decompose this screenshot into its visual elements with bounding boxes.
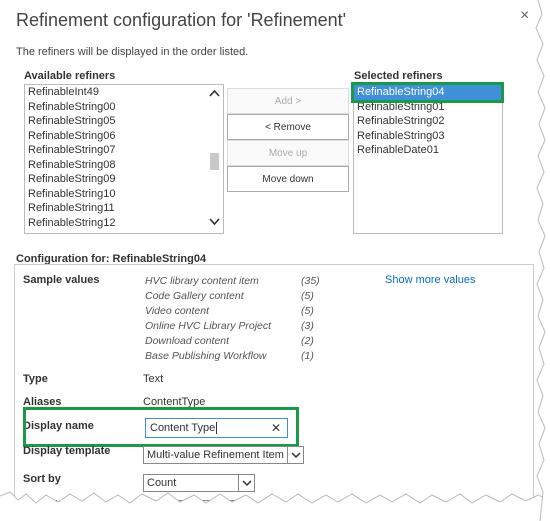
list-item[interactable]: RefinableString05 [25, 114, 223, 129]
sample-value-name: Online HVC Library Project [145, 320, 272, 332]
list-item[interactable]: RefinableString09 [25, 172, 223, 187]
refinement-dialog: × Refinement configuration for 'Refineme… [0, 0, 550, 521]
list-item[interactable]: RefinableString00 [25, 100, 223, 115]
chevron-down-icon[interactable] [209, 218, 220, 229]
sample-value-name: Video content [145, 305, 210, 317]
sample-value-count: (5) [301, 305, 314, 317]
type-value: Text [143, 373, 164, 385]
sample-value-name: Download content [145, 335, 230, 347]
dialog-title: Refinement configuration for 'Refinement… [16, 10, 347, 30]
configuration-panel: Sample values HVC library content item (… [14, 264, 534, 521]
sort-direction-select[interactable] [143, 500, 255, 518]
sample-value-name: Code Gallery content [145, 290, 244, 302]
display-template-select[interactable]: Multi-value Refinement Item [143, 446, 304, 464]
chevron-up-icon[interactable] [209, 89, 220, 100]
list-item[interactable]: RefinableString03 [354, 129, 502, 144]
sample-value-count: (3) [301, 320, 314, 332]
close-icon[interactable]: × [520, 8, 529, 24]
sort-by-select[interactable]: Count [143, 474, 255, 492]
selected-refiners-label: Selected refiners [354, 70, 443, 82]
move-down-button[interactable]: Move down [227, 166, 349, 192]
sample-values-label: Sample values [23, 274, 100, 286]
display-name-highlight [23, 407, 299, 447]
sample-value-count: (35) [301, 275, 320, 287]
dialog-subtitle: The refiners will be displayed in the or… [16, 46, 249, 58]
list-item[interactable]: RefinableString11 [25, 201, 223, 216]
display-template-value: Multi-value Refinement Item [147, 449, 284, 461]
sample-value-count: (1) [301, 350, 314, 362]
sample-value-count: (5) [301, 290, 314, 302]
dropdown-arrow-icon[interactable] [287, 447, 303, 463]
sample-value-name: HVC library content item [145, 275, 259, 287]
available-refiners-label: Available refiners [24, 70, 116, 82]
list-item[interactable]: RefinableString12 [25, 216, 223, 231]
display-template-label: Display template [23, 445, 111, 457]
list-item[interactable]: RefinableInt49 [25, 85, 223, 100]
dropdown-arrow-icon[interactable] [238, 501, 254, 517]
type-label: Type [23, 373, 48, 385]
selected-refiners-list[interactable]: RefinableString04 RefinableString01 Refi… [353, 84, 503, 234]
list-item[interactable]: RefinableString06 [25, 129, 223, 144]
available-list-scrollbar[interactable] [206, 85, 223, 233]
dropdown-arrow-icon[interactable] [238, 475, 254, 491]
list-item[interactable]: RefinableString07 [25, 143, 223, 158]
selected-item-highlight [351, 82, 504, 103]
move-up-button[interactable]: Move up [227, 140, 349, 166]
sample-value-name: Base Publishing Workflow [145, 350, 267, 362]
remove-button[interactable]: < Remove [227, 114, 349, 140]
sort-by-value: Count [147, 477, 177, 489]
list-item[interactable]: RefinableDate01 [354, 143, 502, 158]
available-refiners-list[interactable]: RefinableInt49 RefinableString00 Refinab… [24, 84, 224, 234]
list-item[interactable]: RefinableString08 [25, 158, 223, 173]
add-button[interactable]: Add > [227, 88, 349, 114]
show-more-values-link[interactable]: Show more values [385, 274, 476, 286]
sort-direction-label: Sort direction [23, 499, 95, 511]
scroll-thumb[interactable] [210, 153, 219, 170]
sort-by-label: Sort by [23, 473, 61, 485]
list-item[interactable]: RefinableString02 [354, 114, 502, 129]
sample-value-count: (2) [301, 335, 314, 347]
list-item[interactable]: RefinableString10 [25, 187, 223, 202]
